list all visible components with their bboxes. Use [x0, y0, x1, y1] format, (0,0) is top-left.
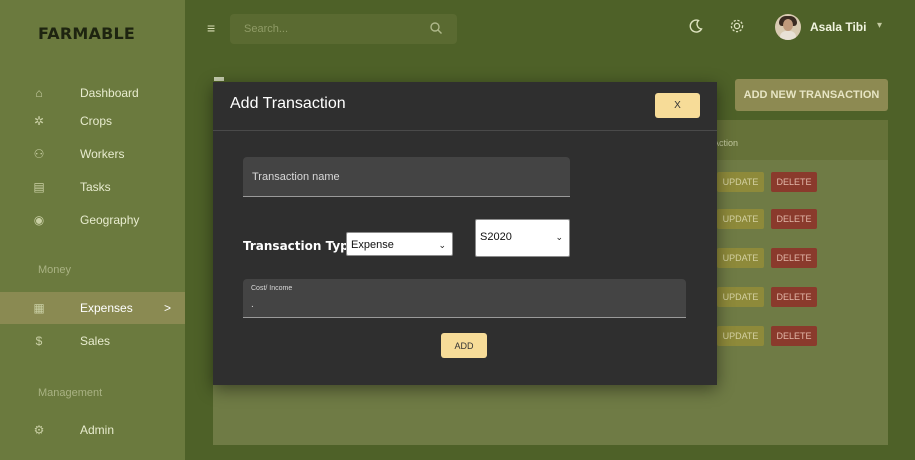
brand-logo[interactable]: FARMABLE	[38, 24, 135, 43]
dollar-icon: $	[35, 334, 43, 348]
update-button[interactable]: UPDATE	[717, 172, 764, 192]
update-button[interactable]: UPDATE	[717, 209, 764, 229]
sidebar-item-label: Admin	[80, 423, 115, 437]
sidebar-item-geography[interactable]: ◉ Geography	[0, 204, 185, 236]
hamburger-menu-icon[interactable]: ≡	[207, 20, 215, 36]
plant-icon: ✲	[33, 114, 45, 128]
settings-gear-icon[interactable]	[729, 18, 745, 34]
cost-income-label: Cost/ Income	[251, 285, 293, 292]
page-title-fragment	[214, 77, 224, 81]
search-icon[interactable]	[429, 21, 443, 35]
table-row: UPDATE DELETE	[717, 248, 817, 268]
modal-title: Add Transaction	[230, 95, 346, 112]
add-button[interactable]: ADD	[441, 333, 487, 358]
sidebar-item-label: Tasks	[80, 180, 111, 194]
sidebar-item-label: Crops	[80, 114, 113, 128]
close-button[interactable]: X	[655, 93, 700, 118]
transaction-type-select[interactable]: Expense ⌄	[346, 232, 453, 256]
sidebar-item-crops[interactable]: ✲ Crops	[0, 105, 185, 137]
sidebar-item-label: Sales	[80, 334, 111, 348]
dark-mode-icon[interactable]	[688, 18, 704, 34]
season-select[interactable]: S2020 ⌄	[475, 219, 570, 257]
section-management: Management	[38, 387, 103, 399]
admin-icon: ⚙	[33, 423, 45, 437]
sidebar-item-workers[interactable]: ⚇ Workers	[0, 138, 185, 170]
update-button[interactable]: UPDATE	[717, 326, 764, 346]
chevron-down-icon: ⌄	[438, 240, 446, 250]
divider	[213, 130, 717, 131]
transaction-name-placeholder: Transaction name	[252, 171, 340, 183]
chevron-down-icon[interactable]: ▾	[877, 20, 882, 31]
cost-income-field[interactable]: Cost/ Income .	[243, 279, 686, 318]
calendar-icon: ▦	[33, 301, 45, 315]
table-row: UPDATE DELETE	[717, 172, 817, 192]
delete-button[interactable]: DELETE	[771, 287, 817, 307]
sidebar-item-tasks[interactable]: ▤ Tasks	[0, 171, 185, 203]
delete-button[interactable]: DELETE	[771, 209, 817, 229]
search-input[interactable]: Search...	[244, 23, 288, 35]
chevron-right-icon: >	[164, 301, 172, 315]
sidebar-item-label: Expenses	[80, 301, 133, 315]
home-icon: ⌂	[35, 86, 43, 100]
update-button[interactable]: UPDATE	[717, 287, 764, 307]
user-name[interactable]: Asala Tibi	[810, 20, 866, 34]
transaction-type-label: Transaction Type	[243, 239, 357, 253]
update-button[interactable]: UPDATE	[717, 248, 764, 268]
search-bar[interactable]: Search...	[230, 14, 457, 44]
select-value: Expense	[351, 239, 394, 251]
add-transaction-modal: Add Transaction X Transaction name Trans…	[213, 82, 717, 385]
sidebar-item-sales[interactable]: $ Sales	[0, 325, 185, 357]
delete-button[interactable]: DELETE	[771, 326, 817, 346]
sidebar-item-label: Geography	[80, 213, 140, 227]
users-icon: ⚇	[33, 147, 45, 161]
cost-income-value: .	[251, 299, 254, 310]
sidebar-item-label: Dashboard	[80, 86, 139, 100]
add-new-transaction-button[interactable]: ADD NEW TRANSACTION	[735, 79, 888, 111]
sidebar: FARMABLE ⌂ Dashboard ✲ Crops ⚇ Workers ▤…	[0, 0, 185, 460]
table-row: UPDATE DELETE	[717, 209, 817, 229]
clipboard-icon: ▤	[33, 180, 45, 194]
select-value: S2020	[480, 231, 512, 243]
sidebar-item-admin[interactable]: ⚙ Admin	[0, 414, 185, 446]
sidebar-item-label: Workers	[80, 147, 125, 161]
chevron-down-icon: ⌄	[555, 232, 563, 242]
section-money: Money	[38, 264, 72, 276]
table-row: UPDATE DELETE	[717, 287, 817, 307]
avatar[interactable]	[775, 14, 801, 40]
sidebar-item-expenses[interactable]: ▦ Expenses >	[0, 292, 185, 324]
delete-button[interactable]: DELETE	[771, 172, 817, 192]
delete-button[interactable]: DELETE	[771, 248, 817, 268]
transaction-name-field[interactable]: Transaction name	[243, 157, 570, 197]
globe-icon: ◉	[33, 213, 45, 227]
table-row: UPDATE DELETE	[717, 326, 817, 346]
